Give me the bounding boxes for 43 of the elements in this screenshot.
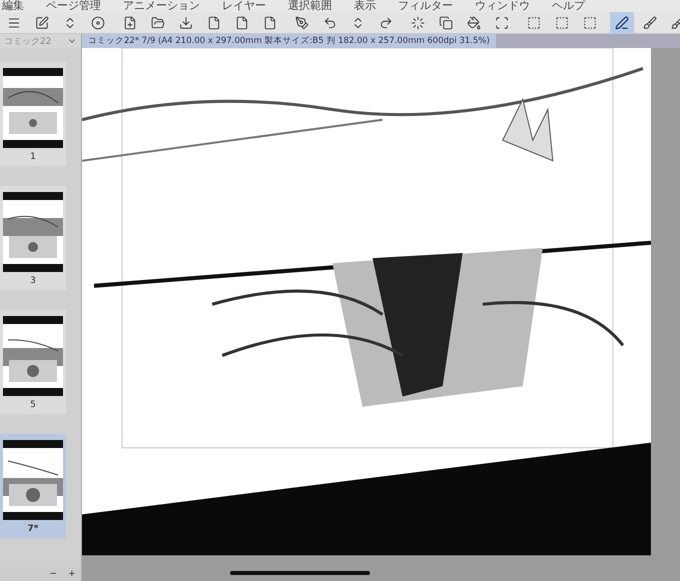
menu-item[interactable]: フィルター (398, 0, 453, 12)
pen-line-button[interactable] (610, 12, 634, 34)
canvas-title: コミック22* 7/9 (A4 210.00 x 297.00mm 製本サイズ:B5 判 182.00 x 257.00mm 600dpi 31.5%) (82, 34, 496, 48)
page-thumbnail[interactable]: 7* (0, 434, 66, 538)
dashed-square-icon (527, 16, 541, 30)
page-number: 7* (28, 524, 38, 534)
file-icon (235, 16, 249, 30)
dashed-square-icon (555, 16, 569, 30)
menu-item[interactable]: ウィンドウ (475, 0, 530, 12)
menu-item[interactable]: 表示 (354, 0, 376, 12)
menu-item[interactable]: ページ管理 (46, 0, 101, 12)
pen-icon (295, 16, 309, 30)
redo-icon (379, 16, 393, 30)
menu-item[interactable]: アニメーション (123, 0, 200, 12)
dashed-square-icon (583, 16, 597, 30)
page-number: 5 (30, 400, 36, 410)
disc-icon (91, 16, 105, 30)
menu-icon (7, 16, 21, 30)
menu-item[interactable]: 編集 (2, 0, 24, 12)
page-number: 1 (30, 152, 36, 162)
dotted-circle-icon (411, 16, 425, 30)
page-thumbnail[interactable]: 3 (0, 186, 66, 290)
edit-icon (35, 16, 49, 30)
page-number: 3 (30, 276, 36, 286)
copy-icon (439, 16, 453, 30)
undo-icon (323, 16, 337, 30)
zoom-in-button[interactable]: + (68, 567, 75, 581)
page-thumbnail[interactable]: 1 (0, 62, 66, 166)
menu-item[interactable]: レイヤー (222, 0, 266, 12)
folder-icon (151, 16, 165, 30)
zoom-out-button[interactable]: − (50, 567, 57, 581)
new-page-icon (123, 16, 137, 30)
menu-item[interactable]: ヘルプ (552, 0, 585, 12)
panel-title: コミック22 (4, 36, 52, 48)
menu-item[interactable]: 選択範囲 (288, 0, 332, 12)
paint-bucket-icon (467, 16, 481, 30)
file-icon (263, 16, 277, 30)
pen-line-icon (615, 16, 629, 30)
file-icon (207, 16, 221, 30)
brush-icon (643, 16, 657, 30)
page-thumbnail[interactable]: 5 (0, 310, 66, 414)
crop-frame-icon (495, 16, 509, 30)
download-icon (179, 16, 193, 30)
